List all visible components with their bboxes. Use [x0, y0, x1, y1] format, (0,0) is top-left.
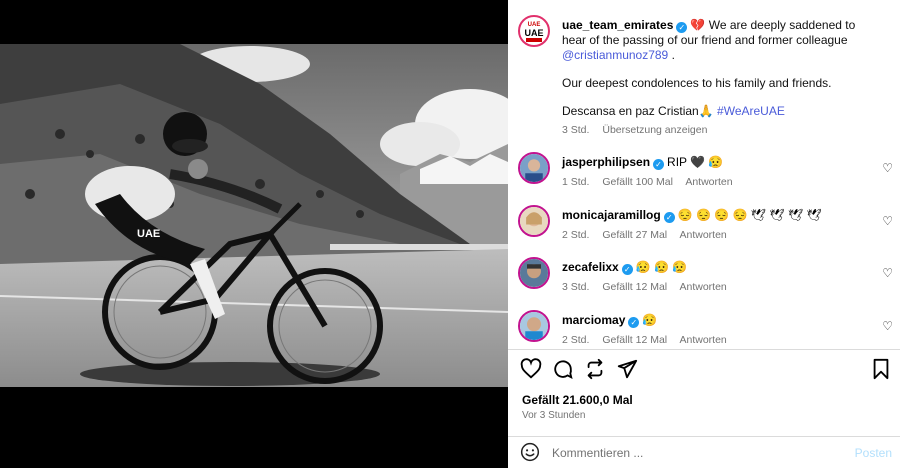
comment-like-heart-icon[interactable]: ♡: [882, 319, 893, 333]
verified-icon: ✓: [621, 264, 633, 275]
comment-time: 2 Std.: [562, 334, 590, 346]
caption-line-1-end: .: [671, 48, 675, 62]
comment-likes[interactable]: Gefällt 12 Mal: [602, 281, 667, 293]
reply-button[interactable]: Antworten: [685, 176, 732, 188]
emoji-icon[interactable]: [520, 442, 540, 462]
praying-hands-icon: 🙏: [698, 104, 714, 118]
comment-meta: 3 Std. Gefällt 12 Mal Antworten: [562, 281, 737, 293]
comment-like-heart-icon[interactable]: ♡: [882, 266, 893, 280]
author-username[interactable]: uae_team_emirates: [562, 18, 673, 32]
comment-item: jasperphilipsen ✓ RIP 🖤 😥 1 Std. Gefällt 1…: [518, 152, 893, 192]
mention-link[interactable]: @cristianmunoz789: [562, 48, 668, 62]
svg-text:UAE: UAE: [137, 228, 160, 240]
comment-meta: 1 Std. Gefällt 100 Mal Antworten: [562, 176, 743, 188]
comment-icon[interactable]: [552, 358, 574, 380]
verified-icon: ✓: [653, 159, 665, 170]
comment-time: 2 Std.: [562, 229, 590, 241]
caption-time: 3 Std.: [562, 124, 590, 136]
comment-body: 😥 😥 😥: [635, 260, 688, 274]
comment-text: monicajaramillog ✓ 😔 😔 😔 😔 🕊 🕊 🕊 🕊: [562, 208, 822, 223]
comment-like-heart-icon[interactable]: ♡: [882, 214, 893, 228]
comment-likes[interactable]: Gefällt 100 Mal: [602, 176, 673, 188]
post-photo: UAE: [0, 44, 508, 387]
caption-body: uae_team_emirates ✓ 💔 We are deeply sadden…: [562, 18, 882, 138]
avatar-photo: [520, 312, 548, 340]
reply-button[interactable]: Antworten: [679, 281, 726, 293]
post-side-panel: UAE UAE uae_team_emirates ✓ 💔 We are deepl…: [508, 0, 900, 468]
verified-icon: ✓: [676, 22, 688, 33]
avatar-photo: [520, 259, 548, 287]
share-icon[interactable]: [616, 358, 638, 380]
caption-meta: 3 Std. Übersetzung anzeigen: [562, 123, 882, 138]
hashtag-link[interactable]: #WeAreUAE: [717, 104, 785, 118]
post-comment-button[interactable]: Posten: [855, 446, 892, 460]
logo-text-mid: UAE: [524, 27, 544, 38]
verified-icon: ✓: [663, 212, 675, 223]
comment-input[interactable]: [552, 443, 842, 463]
avatar-photo: [520, 154, 548, 182]
comment-text: jasperphilipsen ✓ RIP 🖤 😥: [562, 155, 723, 170]
comment-body: 😔 😔 😔 😔 🕊 🕊 🕊 🕊: [677, 208, 822, 222]
comment-body: 😥: [642, 313, 658, 327]
uae-team-logo: UAE UAE: [520, 17, 548, 45]
comment-time: 3 Std.: [562, 281, 590, 293]
verified-icon: ✓: [628, 317, 640, 328]
comment-meta: 2 Std. Gefällt 12 Mal Antworten: [562, 334, 737, 346]
broken-heart-icon: 💔: [690, 18, 706, 32]
comment-item: zecafelixx ✓ 😥 😥 😥 3 Std. Gefällt 12 Mal A…: [518, 257, 893, 297]
post-media[interactable]: UAE: [0, 0, 508, 468]
comment-meta: 2 Std. Gefällt 27 Mal Antworten: [562, 229, 737, 241]
comment-likes[interactable]: Gefällt 12 Mal: [602, 334, 667, 346]
author-avatar[interactable]: UAE UAE: [518, 15, 550, 47]
comment-like-heart-icon[interactable]: ♡: [882, 161, 893, 175]
comment-text: zecafelixx ✓ 😥 😥 😥: [562, 260, 687, 275]
post-action-bar: [520, 358, 890, 384]
commenter-avatar[interactable]: [518, 310, 550, 342]
actions-divider: [508, 349, 900, 350]
add-comment-bar: Posten: [508, 437, 900, 468]
caption-paragraph-2: Our deepest condolences to his family an…: [562, 76, 832, 90]
commenter-username[interactable]: marciomay: [562, 313, 625, 327]
caption-paragraph-1: uae_team_emirates ✓ 💔 We are deeply sadden…: [562, 18, 882, 63]
bookmark-icon[interactable]: [872, 358, 890, 380]
reply-button[interactable]: Antworten: [679, 229, 726, 241]
translate-link[interactable]: Übersetzung anzeigen: [602, 124, 707, 136]
comment-time: 1 Std.: [562, 176, 590, 188]
repost-icon[interactable]: [584, 358, 606, 380]
instagram-post-view: UAE UAE UAE uae_team_emirates ✓ 💔 We are d…: [0, 0, 900, 468]
logo-stripe: [526, 37, 542, 42]
commenter-avatar[interactable]: [518, 152, 550, 184]
comment-item: marciomay ✓ 😥 2 Std. Gefällt 12 Mal Antwor…: [518, 310, 893, 350]
avatar-photo: [520, 207, 548, 235]
comment-body: RIP 🖤 😥: [667, 155, 724, 169]
heart-icon[interactable]: [520, 358, 542, 380]
post-likes-count[interactable]: Gefällt 21.600,0 Mal: [522, 393, 633, 407]
commenter-username[interactable]: jasperphilipsen: [562, 155, 650, 169]
commenter-avatar[interactable]: [518, 257, 550, 289]
caption-line-3: Descansa en paz Cristian: [562, 104, 699, 118]
commenter-username[interactable]: zecafelixx: [562, 260, 619, 274]
comment-item: monicajaramillog ✓ 😔 😔 😔 😔 🕊 🕊 🕊 🕊 2 Std. …: [518, 205, 893, 245]
caption-paragraph-3: Descansa en paz Cristian🙏 #WeAreUAE: [562, 104, 882, 119]
reply-button[interactable]: Antworten: [679, 334, 726, 346]
commenter-avatar[interactable]: [518, 205, 550, 237]
commenter-username[interactable]: monicajaramillog: [562, 208, 661, 222]
comment-likes[interactable]: Gefällt 27 Mal: [602, 229, 667, 241]
comment-text: marciomay ✓ 😥: [562, 313, 657, 328]
post-timestamp: Vor 3 Stunden: [522, 410, 586, 421]
